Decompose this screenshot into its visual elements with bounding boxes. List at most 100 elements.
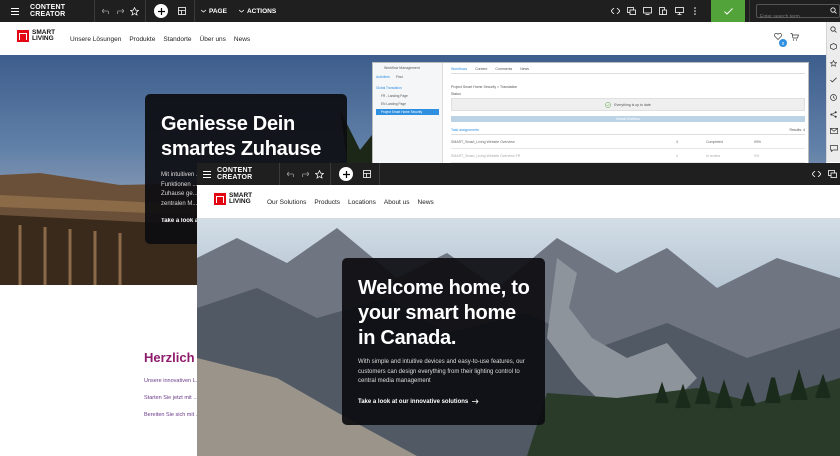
back-toolbar: CONTENT CREATOR PAGE ACTIONS bbox=[0, 0, 840, 23]
back-intro: Herzlich Unsere innovativen L... erschwi… bbox=[144, 350, 198, 419]
actions-menu[interactable]: ACTIONS bbox=[238, 7, 277, 15]
accept-button[interactable] bbox=[711, 0, 745, 22]
nav-link[interactable]: About us bbox=[384, 199, 410, 206]
front-nav: SMART LIVING Our Solutions Products Loca… bbox=[197, 185, 840, 218]
check-circle-icon bbox=[605, 101, 612, 108]
workflow-tab[interactable]: Comments bbox=[495, 67, 512, 71]
row-state: Completed bbox=[706, 139, 723, 144]
hero-text: Mit intuitiven ... Funktionen ... Zuhaus… bbox=[161, 172, 202, 207]
pages-icon[interactable] bbox=[176, 7, 188, 15]
add-button[interactable] bbox=[154, 4, 168, 18]
code-icon[interactable] bbox=[808, 171, 824, 177]
page-menu[interactable]: PAGE bbox=[201, 8, 227, 15]
chevron-down-icon bbox=[238, 9, 244, 13]
page-menu-label: PAGE bbox=[209, 7, 227, 15]
nav-link[interactable]: Standorte bbox=[163, 36, 191, 43]
intro-paragraph: Unsere innovativen L... erschwinglichen … bbox=[144, 378, 198, 384]
row-num: 4 bbox=[676, 139, 678, 144]
row-name: SMART_Smart_Living Website Overview FR bbox=[451, 153, 521, 158]
nav-link[interactable]: Über uns bbox=[200, 36, 226, 43]
tree-item[interactable]: FR - Landing Page bbox=[376, 94, 439, 98]
share-icon[interactable] bbox=[830, 111, 837, 118]
tree-tab[interactable]: Activities bbox=[376, 75, 390, 79]
tree-tabs: Activities Find bbox=[376, 75, 439, 79]
actions-menu-label: ACTIONS bbox=[246, 7, 277, 15]
chevron-down-icon bbox=[201, 9, 206, 13]
star-icon[interactable] bbox=[127, 6, 141, 16]
star-icon[interactable] bbox=[830, 60, 837, 67]
nav-link[interactable]: News bbox=[234, 36, 250, 43]
nav-link[interactable]: Our Solutions bbox=[267, 199, 306, 206]
front-toolbar: CONTENT CREATOR bbox=[197, 163, 840, 185]
table-row[interactable]: SMART_Smart_Living Website Overview 4 Co… bbox=[451, 135, 805, 149]
check-icon[interactable] bbox=[830, 77, 837, 83]
submit-workflow-button[interactable]: Submit Workflow bbox=[451, 116, 805, 122]
desktop-icon[interactable] bbox=[639, 7, 655, 15]
workflow-tab[interactable]: Content bbox=[475, 67, 487, 71]
nav-link[interactable]: Produkte bbox=[129, 36, 155, 43]
clock-icon[interactable] bbox=[830, 94, 837, 101]
preview-icon[interactable] bbox=[824, 170, 840, 178]
divider bbox=[94, 0, 95, 22]
search-field[interactable] bbox=[756, 4, 840, 23]
workflow-tab[interactable]: News bbox=[520, 67, 529, 71]
workflow-tab[interactable]: Workflows bbox=[451, 67, 467, 71]
logo-mark bbox=[17, 30, 29, 42]
list-meta: Results: 4 bbox=[789, 128, 805, 132]
nav-link[interactable]: Products bbox=[314, 199, 340, 206]
table-row[interactable]: SMART_Smart_Living Website Overview FR 4… bbox=[451, 149, 805, 163]
hero-title: Geniesse Dein smartes Zuhause bbox=[161, 113, 322, 160]
hero-cta[interactable]: Take a look at our innovative solutions bbox=[358, 399, 529, 405]
nav-link[interactable]: Unsere Lösungen bbox=[70, 36, 121, 43]
status-label: Status bbox=[451, 92, 461, 96]
cart-icon[interactable] bbox=[790, 33, 799, 41]
mail-icon[interactable] bbox=[830, 128, 838, 134]
intro-paragraph: Bereiten Sie sich mit ... Experten auf d… bbox=[144, 412, 198, 418]
menu-icon[interactable] bbox=[197, 163, 217, 185]
workflow-tabs: Workflows Content Comments News bbox=[451, 67, 805, 74]
search-icon[interactable] bbox=[830, 7, 837, 14]
divider bbox=[330, 163, 331, 185]
preview-icon[interactable] bbox=[623, 7, 639, 15]
search-icon[interactable] bbox=[830, 26, 837, 33]
main-nav: Our Solutions Products Locations About u… bbox=[267, 199, 434, 206]
main-nav: Unsere Lösungen Produkte Standorte Über … bbox=[70, 36, 250, 43]
redo-icon[interactable] bbox=[298, 171, 312, 177]
back-nav: SMART LIVING Unsere Lösungen Produkte St… bbox=[0, 22, 826, 55]
divider bbox=[379, 163, 380, 185]
tree-item-selected[interactable]: Project Smart Home Security bbox=[376, 109, 439, 115]
notification-badge: 0 bbox=[779, 39, 787, 47]
comment-icon[interactable] bbox=[830, 145, 838, 152]
divider bbox=[145, 0, 146, 22]
star-icon[interactable] bbox=[312, 169, 326, 179]
tree-item[interactable]: EN Landing Page bbox=[376, 102, 439, 106]
logo[interactable]: SMART LIVING bbox=[17, 29, 55, 42]
logo-text: SMART LIVING bbox=[32, 29, 55, 42]
cube-icon[interactable] bbox=[830, 43, 837, 50]
divider bbox=[749, 0, 750, 22]
hero-text: With simple and intuitive devices and ea… bbox=[358, 359, 525, 384]
logo-mark bbox=[214, 193, 226, 205]
tree-item[interactable]: Global Translation bbox=[376, 86, 439, 90]
intro-heading: Herzlich bbox=[144, 350, 195, 365]
monitor-icon[interactable] bbox=[671, 7, 687, 15]
hero-cta[interactable]: Take a look at... bbox=[161, 218, 201, 224]
undo-icon[interactable] bbox=[99, 8, 113, 14]
undo-icon[interactable] bbox=[284, 171, 298, 177]
nav-link[interactable]: News bbox=[418, 199, 434, 206]
pages-icon[interactable] bbox=[361, 170, 373, 178]
list-title: Task assignments bbox=[451, 128, 479, 132]
divider bbox=[279, 163, 280, 185]
more-icon[interactable] bbox=[687, 7, 703, 15]
add-button[interactable] bbox=[339, 167, 353, 181]
nav-link[interactable]: Locations bbox=[348, 199, 376, 206]
menu-icon[interactable] bbox=[10, 0, 20, 22]
logo[interactable]: SMART LIVING bbox=[214, 192, 252, 205]
tablet-icon[interactable] bbox=[655, 7, 671, 15]
logo-line: LIVING bbox=[32, 35, 54, 42]
row-value: 99% bbox=[754, 139, 762, 144]
redo-icon[interactable] bbox=[113, 8, 127, 14]
status-message: Everything is up to date bbox=[614, 102, 651, 107]
tree-tab[interactable]: Find bbox=[396, 75, 403, 79]
code-icon[interactable] bbox=[607, 8, 623, 14]
